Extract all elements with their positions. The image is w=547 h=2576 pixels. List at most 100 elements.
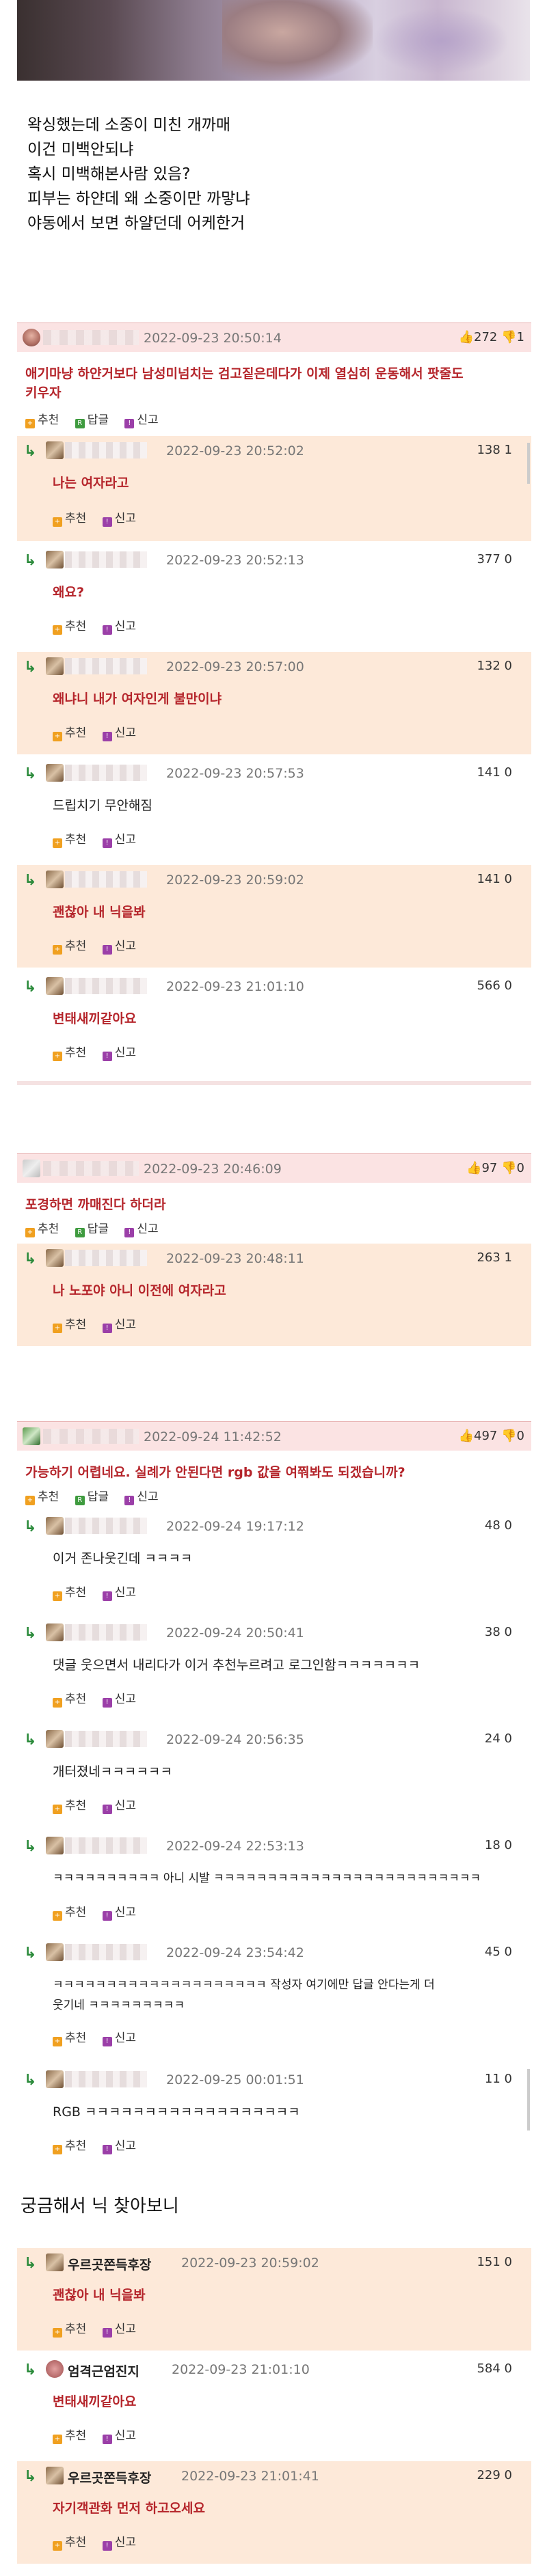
avatar[interactable] [46, 2253, 64, 2271]
report-button[interactable]: ! 신고 [102, 2028, 136, 2046]
recommend-icon: + [53, 2145, 62, 2154]
reply-button[interactable]: R 답글 [75, 1487, 109, 1505]
scrollbar[interactable] [527, 443, 530, 484]
recommend-button[interactable]: + 추천 [53, 1796, 86, 1814]
report-icon: ! [102, 1698, 112, 1708]
reply-icon: R [75, 1228, 85, 1237]
comment-header: 2022-09-24 11:42:52 👍497 👎0 [17, 1421, 531, 1451]
avatar[interactable] [46, 1517, 64, 1535]
reply-item: ↳ 2022-09-23 21:01:10 566 0 변태새끼같아요 + 추천 … [17, 972, 531, 1074]
report-button[interactable]: ! 신고 [124, 1487, 159, 1505]
reply-actions: + 추천 ! 신고 [53, 2028, 148, 2046]
report-button[interactable]: ! 신고 [102, 1689, 136, 1708]
recommend-button[interactable]: + 추천 [53, 830, 86, 848]
report-button[interactable]: ! 신고 [102, 830, 136, 848]
post-photo [17, 0, 530, 81]
recommend-button[interactable]: + 추천 [53, 1689, 86, 1708]
report-button[interactable]: ! 신고 [124, 410, 159, 428]
report-button[interactable]: ! 신고 [102, 1902, 136, 1921]
blurred-nickname [43, 330, 139, 345]
recommend-button[interactable]: + 추천 [53, 936, 86, 955]
report-icon: ! [102, 517, 112, 527]
vote-counts: 132 0 [477, 659, 512, 673]
reply-actions: + 추천 ! 신고 [53, 1902, 148, 1921]
avatar[interactable] [46, 1249, 64, 1267]
recommend-button[interactable]: + 추천 [53, 1043, 86, 1061]
report-button[interactable]: ! 신고 [102, 2532, 136, 2551]
blurred-nickname [65, 978, 147, 994]
report-button[interactable]: ! 신고 [102, 508, 136, 527]
reply-button[interactable]: R 답글 [75, 410, 109, 428]
avatar[interactable] [46, 2070, 64, 2088]
reply-item: ↳ 우르곳쫀득후장 2022-09-23 21:01:41 229 0 자기객관… [17, 2461, 531, 2564]
report-button[interactable]: ! 신고 [102, 2426, 136, 2444]
recommend-button[interactable]: + 추천 [25, 1219, 59, 1237]
report-button[interactable]: ! 신고 [102, 2136, 136, 2154]
thumbs-up-icon[interactable]: 👍 [466, 1161, 481, 1175]
report-button[interactable]: ! 신고 [102, 1315, 136, 1333]
recommend-button[interactable]: + 추천 [53, 2532, 86, 2551]
report-button[interactable]: ! 신고 [102, 2319, 136, 2338]
reply-text: 댓글 웃으면서 내리다가 이거 추천누르려고 로그인함ㅋㅋㅋㅋㅋㅋㅋ [53, 1658, 421, 1673]
reply-arrow-icon: ↳ [24, 1945, 37, 1962]
avatar[interactable] [46, 2360, 64, 2378]
thumbs-up-icon[interactable]: 👍 [459, 1429, 474, 1443]
avatar[interactable] [46, 1837, 64, 1854]
avatar[interactable] [46, 551, 64, 568]
recommend-button[interactable]: + 추천 [53, 2028, 86, 2046]
recommend-button[interactable]: + 추천 [53, 1315, 86, 1333]
thumbs-up-icon[interactable]: 👍 [459, 330, 474, 344]
recommend-button[interactable]: + 추천 [53, 616, 86, 635]
recommend-icon: + [53, 2328, 62, 2338]
report-button[interactable]: ! 신고 [102, 1796, 136, 1814]
blurred-nickname [65, 658, 147, 674]
recommend-button[interactable]: + 추천 [53, 1582, 86, 1601]
thumbs-down-icon[interactable]: 👎 [501, 1429, 516, 1443]
avatar[interactable] [46, 977, 64, 995]
recommend-button[interactable]: + 추천 [53, 1902, 86, 1921]
avatar[interactable] [46, 2467, 64, 2484]
avatar[interactable] [46, 1623, 64, 1641]
reply-nickname[interactable]: 우르곳쫀득후장 [68, 2468, 151, 2486]
reply-text: 왜냐니 내가 여자인게 불만이냐 [53, 691, 222, 707]
reply-nickname[interactable]: 우르곳쫀득후장 [68, 2255, 151, 2273]
report-button[interactable]: ! 신고 [124, 1219, 159, 1237]
avatar[interactable] [23, 1427, 40, 1445]
recommend-button[interactable]: + 추천 [53, 2136, 86, 2154]
reply-text: 나 노포야 아니 이전에 여자라고 [53, 1283, 226, 1298]
vote-counts: 48 0 [484, 1518, 512, 1533]
recommend-button[interactable]: + 추천 [53, 2426, 86, 2444]
report-button[interactable]: ! 신고 [102, 1043, 136, 1061]
report-icon: ! [102, 1805, 112, 1814]
reply-button[interactable]: R 답글 [75, 1219, 109, 1237]
report-button[interactable]: ! 신고 [102, 1582, 136, 1601]
report-button[interactable]: ! 신고 [102, 723, 136, 741]
avatar[interactable] [46, 441, 64, 459]
section-heading: 궁금해서 닉 찾아보니 [21, 2196, 179, 2217]
report-button[interactable]: ! 신고 [102, 616, 136, 635]
avatar[interactable] [46, 871, 64, 888]
recommend-button[interactable]: + 추천 [53, 2319, 86, 2338]
thumbs-down-icon[interactable]: 👎 [501, 1161, 516, 1175]
reply-text: 개터졌네ㅋㅋㅋㅋㅋㅋ [53, 1764, 172, 1779]
avatar[interactable] [46, 1730, 64, 1748]
avatar[interactable] [46, 1943, 64, 1961]
blurred-nickname [65, 1837, 147, 1854]
recommend-button[interactable]: + 추천 [53, 723, 86, 741]
avatar[interactable] [23, 329, 40, 346]
avatar[interactable] [23, 1160, 40, 1177]
recommend-button[interactable]: + 추천 [25, 410, 59, 428]
reply-item: ↳ 우르곳쫀득후장 2022-09-23 20:59:02 151 0 괜찮아 … [17, 2248, 531, 2351]
recommend-icon: + [25, 419, 35, 428]
scrollbar[interactable] [527, 2069, 530, 2130]
recommend-icon: + [53, 1591, 62, 1601]
recommend-button[interactable]: + 추천 [53, 508, 86, 527]
avatar[interactable] [46, 764, 64, 782]
recommend-button[interactable]: + 추천 [25, 1487, 59, 1505]
report-button[interactable]: ! 신고 [102, 936, 136, 955]
thumbs-down-icon[interactable]: 👎 [501, 330, 516, 344]
avatar[interactable] [46, 657, 64, 675]
reply-item: ↳ 2022-09-23 20:59:02 141 0 괜찮아 내 닉을봐 + 추… [17, 865, 531, 968]
reply-nickname[interactable]: 엄격근엄진지 [68, 2361, 139, 2380]
vote-counts: 38 0 [484, 1625, 512, 1639]
